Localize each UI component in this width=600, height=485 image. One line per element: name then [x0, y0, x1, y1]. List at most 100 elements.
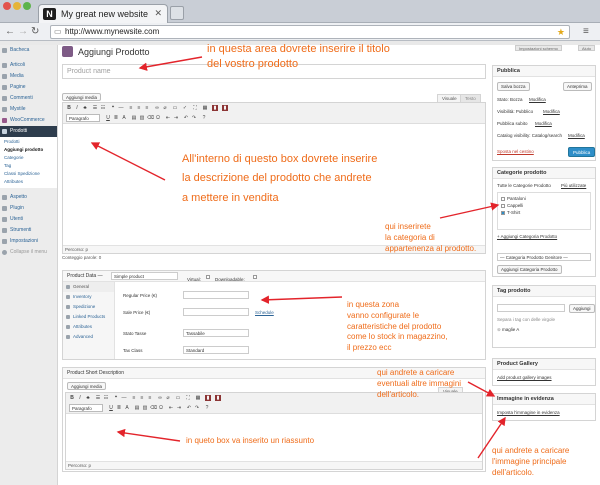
- window-close-button[interactable]: [3, 2, 11, 10]
- add-media-button[interactable]: Aggiungi media: [62, 93, 102, 101]
- align-center-icon[interactable]: ≡: [139, 395, 145, 401]
- outdent-icon[interactable]: ⇤: [168, 405, 174, 411]
- italic-icon[interactable]: I: [77, 395, 83, 401]
- tab-all-categories[interactable]: Tutte le Categorie Prodotto: [497, 183, 551, 188]
- tab-linked-products[interactable]: Linked Products: [63, 312, 114, 322]
- more-icon[interactable]: ▭: [175, 395, 181, 401]
- preview-button[interactable]: Anteprima: [563, 82, 592, 91]
- paste-text-icon[interactable]: ▤: [134, 405, 140, 411]
- forward-icon[interactable]: →: [18, 26, 28, 37]
- window-minimize-button[interactable]: [13, 2, 21, 10]
- tab-text[interactable]: Testo: [460, 94, 481, 102]
- add-category-link[interactable]: + Aggiungi Categoria Prodotto: [497, 234, 557, 239]
- bold-icon[interactable]: B: [69, 395, 75, 401]
- numbered-list-icon[interactable]: ☷: [100, 105, 106, 111]
- help-icon[interactable]: ?: [201, 115, 207, 121]
- parent-category-select[interactable]: — Categoria Prodotto Genitore —: [497, 253, 591, 261]
- publish-button[interactable]: Pubblica: [568, 147, 596, 157]
- clear-format-icon[interactable]: ⌫: [147, 115, 154, 121]
- category-checkbox-checked[interactable]: [501, 210, 505, 215]
- unlink-icon[interactable]: ⌀: [165, 395, 171, 401]
- tab-visual[interactable]: Visuale: [437, 94, 462, 102]
- redo-icon[interactable]: ↷: [194, 405, 200, 411]
- new-tab-button[interactable]: [170, 6, 184, 20]
- short-add-media-button[interactable]: Aggiungi media: [67, 382, 107, 390]
- strikethrough-icon[interactable]: a: [82, 105, 88, 111]
- sidebar-item-commenti[interactable]: Commenti: [0, 93, 57, 104]
- submenu-item-attributes[interactable]: Attributes: [0, 178, 57, 186]
- sidebar-item-plugin[interactable]: Plugin: [0, 203, 57, 214]
- help-button[interactable]: Aiuto: [578, 45, 596, 51]
- clear-format-icon[interactable]: ⌫: [150, 405, 157, 411]
- align-center-icon[interactable]: ≡: [136, 105, 142, 111]
- sidebar-item-media[interactable]: Media: [0, 71, 57, 82]
- tab-general[interactable]: General: [63, 282, 114, 292]
- shortcode2-icon[interactable]: ▮: [222, 105, 228, 111]
- align-right-icon[interactable]: ≡: [144, 105, 150, 111]
- kitchen-sink-icon[interactable]: ▦: [202, 105, 208, 111]
- sale-price-input[interactable]: [183, 308, 249, 316]
- sidebar-item-pagine[interactable]: Pagine: [0, 82, 57, 93]
- add-tag-button[interactable]: Aggiungi: [569, 304, 595, 313]
- submenu-item-aggiungi-prodotto[interactable]: Aggiungi prodotto: [0, 146, 57, 154]
- help-icon[interactable]: ?: [204, 405, 210, 411]
- window-maximize-button[interactable]: [23, 2, 31, 10]
- screen-options-button[interactable]: Impostazioni schermo: [515, 45, 562, 51]
- spellcheck-icon[interactable]: ✓: [182, 105, 188, 111]
- blockquote-icon[interactable]: ❝: [113, 395, 119, 401]
- tab-shipping[interactable]: Spedizione: [63, 302, 114, 312]
- paste-word-icon[interactable]: ▥: [139, 115, 145, 121]
- remove-tag-icon[interactable]: ⊗: [497, 327, 501, 332]
- sidebar-item-woocommerce[interactable]: WooCommerce: [0, 115, 57, 126]
- more-icon[interactable]: ▭: [172, 105, 178, 111]
- text-color-icon[interactable]: A: [121, 115, 127, 121]
- downloadable-checkbox[interactable]: [253, 275, 257, 279]
- category-item[interactable]: T-Shirt: [501, 210, 587, 215]
- shortcode-icon[interactable]: ▮: [212, 105, 218, 111]
- align-left-icon[interactable]: ≡: [128, 105, 134, 111]
- paste-text-icon[interactable]: ▤: [131, 115, 137, 121]
- bullet-list-icon[interactable]: ☰: [95, 395, 101, 401]
- save-draft-button[interactable]: Salva bozza: [497, 82, 530, 91]
- underline-icon[interactable]: U: [108, 405, 114, 411]
- shortcode-icon[interactable]: ▮: [205, 395, 211, 401]
- tab-inventory[interactable]: Inventory: [63, 292, 114, 302]
- short-description-editor[interactable]: B I a ☰ ☷ ❝ — ≡ ≡ ≡ ∞ ⌀ ▭ ⛶ ▦ ▮ ▮ Paragr…: [65, 392, 483, 470]
- visibility-edit-link[interactable]: Modifica: [543, 109, 560, 114]
- justify-icon[interactable]: ≣: [116, 405, 122, 411]
- add-category-button[interactable]: Aggiungi Categoria Prodotto: [497, 265, 562, 274]
- sidebar-item-aspetto[interactable]: Aspetto: [0, 192, 57, 203]
- sidebar-item-impostazioni[interactable]: Impostazioni: [0, 236, 57, 247]
- fullscreen-icon[interactable]: ⛶: [185, 395, 191, 401]
- bullet-list-icon[interactable]: ☰: [92, 105, 98, 111]
- short-paragraph-select[interactable]: Paragrafo: [69, 404, 103, 412]
- tab-popular-categories[interactable]: Più utilizzate: [561, 183, 586, 188]
- category-checkbox[interactable]: [501, 203, 505, 208]
- align-right-icon[interactable]: ≡: [147, 395, 153, 401]
- outdent-icon[interactable]: ⇤: [165, 115, 171, 121]
- product-type-select[interactable]: Simple product: [111, 272, 178, 280]
- tax-status-select[interactable]: Tassabile: [183, 329, 249, 337]
- link-icon[interactable]: ∞: [154, 105, 160, 111]
- kitchen-sink-icon[interactable]: ▦: [195, 395, 201, 401]
- collapse-menu-button[interactable]: Collapse il menu: [0, 247, 57, 258]
- special-char-icon[interactable]: Ω: [158, 405, 164, 411]
- sidebar-item-mystile[interactable]: Mystile: [0, 104, 57, 115]
- indent-icon[interactable]: ⇥: [173, 115, 179, 121]
- bold-icon[interactable]: B: [66, 105, 72, 111]
- align-left-icon[interactable]: ≡: [131, 395, 137, 401]
- tag-input[interactable]: [497, 304, 565, 312]
- set-featured-image-link[interactable]: Imposta l'immagine in evidenza: [497, 410, 560, 415]
- reload-icon[interactable]: ↻: [31, 26, 39, 37]
- tax-class-select[interactable]: Standard: [183, 346, 249, 354]
- text-color-icon[interactable]: A: [124, 405, 130, 411]
- special-char-icon[interactable]: Ω: [155, 115, 161, 121]
- publish-when-edit-link[interactable]: Modifica: [535, 121, 552, 126]
- url-field[interactable]: ▭ http://www.mynewsite.com ★: [50, 25, 570, 39]
- virtual-checkbox[interactable]: [206, 275, 210, 279]
- paste-word-icon[interactable]: ▥: [142, 405, 148, 411]
- strikethrough-icon[interactable]: a: [85, 395, 91, 401]
- browser-tab[interactable]: N My great new website ✕: [38, 4, 168, 23]
- submenu-item-prodotti[interactable]: Prodotti: [0, 138, 57, 146]
- submenu-item-categorie[interactable]: Categorie: [0, 154, 57, 162]
